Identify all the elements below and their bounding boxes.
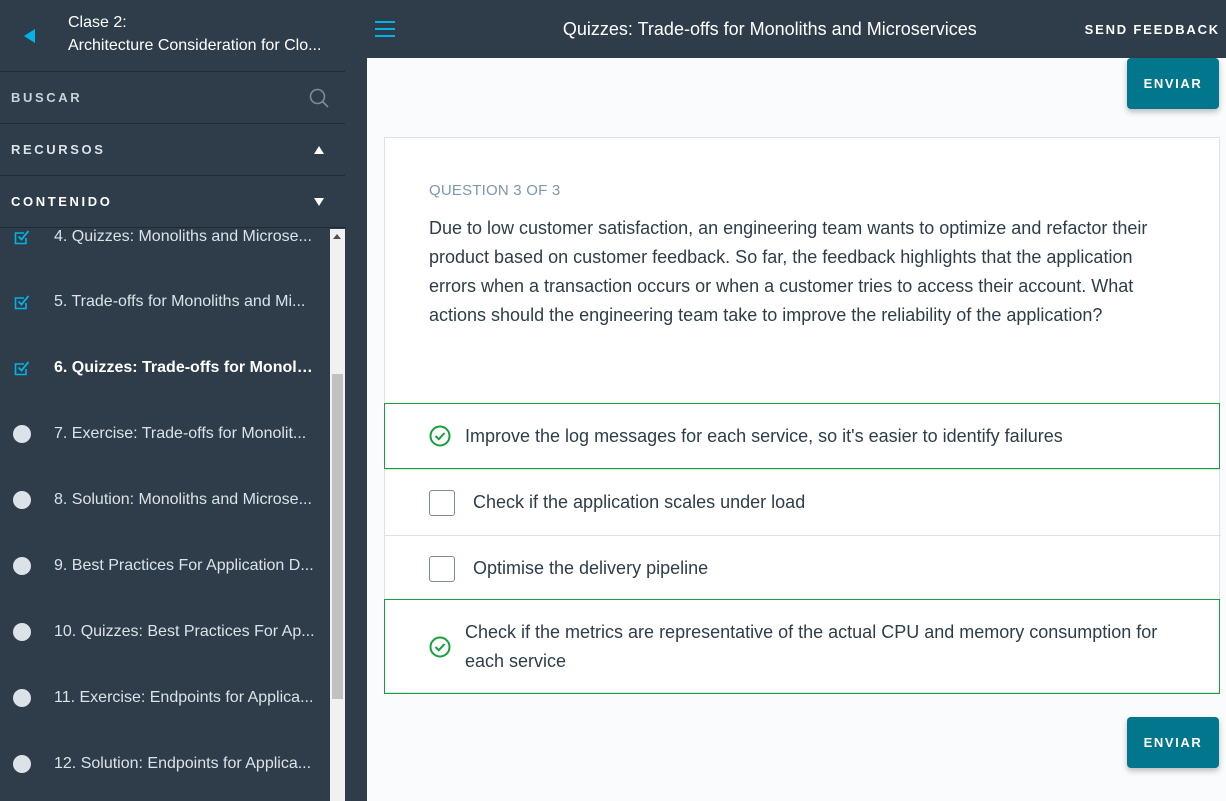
- answer-option-text: Check if the application scales under lo…: [473, 492, 806, 512]
- answer-option-text: Optimise the delivery pipeline: [473, 558, 709, 578]
- sidebar-item-label: 5. Trade-offs for Monoliths and Mi...: [54, 293, 306, 310]
- sidebar-item-label: 11. Exercise: Endpoints for Applica...: [54, 689, 314, 706]
- sidebar-scrollbar[interactable]: [330, 229, 345, 801]
- checkbox-checked-icon: [14, 295, 30, 310]
- sidebar-item-9[interactable]: 9. Best Practices For Application D...: [0, 533, 330, 599]
- pending-dot-icon: [13, 491, 31, 509]
- sidebar-item-6[interactable]: 6. Quizzes: Trade-offs for Monolit...: [0, 335, 330, 401]
- answer-option[interactable]: Check if the application scales under lo…: [385, 469, 1221, 535]
- sidebar-item-10[interactable]: 10. Quizzes: Best Practices For Ap...: [0, 599, 330, 665]
- menu-button[interactable]: [345, 0, 425, 58]
- resources-label: RECURSOS: [11, 142, 106, 157]
- submit-button-bottom[interactable]: ENVIAR: [1127, 717, 1219, 768]
- sidebar-item-7[interactable]: 7. Exercise: Trade-offs for Monolit...: [0, 401, 330, 467]
- answer-option[interactable]: Optimise the delivery pipeline: [385, 535, 1221, 601]
- sidebar-item-label: 10. Quizzes: Best Practices For Ap...: [54, 623, 315, 640]
- sidebar-item-label: 12. Solution: Endpoints for Applica...: [54, 755, 312, 772]
- checkbox-checked-icon: [14, 361, 30, 376]
- lesson-title-block: Clase 2: Architecture Consideration for …: [68, 0, 333, 57]
- answer-option[interactable]: Improve the log messages for each servic…: [384, 403, 1220, 469]
- sidebar-item-label: 6. Quizzes: Trade-offs for Monolit...: [54, 359, 316, 376]
- main-content: ENVIAR QUESTION 3 OF 3 Due to low custom…: [367, 58, 1226, 801]
- answer-option[interactable]: Check if the metrics are representative …: [384, 599, 1220, 694]
- lesson-number: Clase 2:: [68, 14, 127, 31]
- pending-dot-icon: [13, 425, 31, 443]
- check-circle-icon: [429, 425, 451, 447]
- scrollbar-thumb[interactable]: [332, 374, 343, 699]
- back-button[interactable]: [0, 0, 60, 72]
- sidebar: Clase 2: Architecture Consideration for …: [0, 0, 345, 801]
- sidebar-item-label: 8. Solution: Monoliths and Microse...: [54, 491, 312, 508]
- sidebar-item-label: 7. Exercise: Trade-offs for Monolit...: [54, 425, 307, 442]
- search-label: BUSCAR: [11, 90, 83, 105]
- question-number: QUESTION 3 OF 3: [429, 182, 561, 199]
- answer-option-text: Check if the metrics are representative …: [465, 621, 1158, 671]
- sidebar-item-12[interactable]: 12. Solution: Endpoints for Applica...: [0, 731, 330, 797]
- submit-button-top[interactable]: ENVIAR: [1127, 58, 1219, 109]
- sidebar-item-4[interactable]: 4. Quizzes: Monoliths and Microse...: [0, 229, 330, 270]
- question-card: QUESTION 3 OF 3 Due to low customer sati…: [384, 137, 1221, 694]
- caret-up-icon: [314, 145, 324, 154]
- send-feedback-link[interactable]: SEND FEEDBACK: [1085, 22, 1220, 37]
- triangle-left-icon: [24, 29, 35, 43]
- lesson-title: Architecture Consideration for Clo...: [68, 37, 322, 54]
- concept-list: 4. Quizzes: Monoliths and Microse... 5. …: [0, 229, 330, 801]
- pending-dot-icon: [13, 689, 31, 707]
- sidebar-item-5[interactable]: 5. Trade-offs for Monoliths and Mi...: [0, 269, 330, 335]
- sidebar-item-8[interactable]: 8. Solution: Monoliths and Microse...: [0, 467, 330, 533]
- sidebar-item-label: 4. Quizzes: Monoliths and Microse...: [54, 229, 312, 245]
- content-label: CONTENIDO: [11, 194, 113, 209]
- search-icon[interactable]: [309, 88, 329, 108]
- content-row[interactable]: CONTENIDO: [0, 176, 345, 228]
- answer-checkbox[interactable]: [429, 489, 455, 516]
- search-row[interactable]: BUSCAR: [0, 72, 345, 124]
- caret-down-icon: [314, 197, 324, 206]
- top-bar: Quizzes: Trade-offs for Monoliths and Mi…: [345, 0, 1226, 58]
- answer-checkbox[interactable]: [429, 555, 455, 582]
- resources-row[interactable]: RECURSOS: [0, 124, 345, 176]
- pending-dot-icon: [13, 557, 31, 575]
- hamburger-menu-icon: [375, 21, 395, 37]
- checkbox-checked-icon: [14, 230, 30, 245]
- pending-dot-icon: [13, 623, 31, 641]
- scroll-up-arrow-icon[interactable]: [333, 234, 341, 239]
- sidebar-item-11[interactable]: 11. Exercise: Endpoints for Applica...: [0, 665, 330, 731]
- sidebar-item-label: 9. Best Practices For Application D...: [54, 557, 314, 574]
- lesson-header: Clase 2: Architecture Consideration for …: [0, 0, 345, 72]
- page-title: Quizzes: Trade-offs for Monoliths and Mi…: [562, 18, 977, 39]
- question-text: Due to low customer satisfaction, an eng…: [429, 218, 1148, 325]
- pending-dot-icon: [13, 755, 31, 773]
- answer-option-text: Improve the log messages for each servic…: [465, 425, 1063, 446]
- check-circle-icon: [429, 636, 451, 657]
